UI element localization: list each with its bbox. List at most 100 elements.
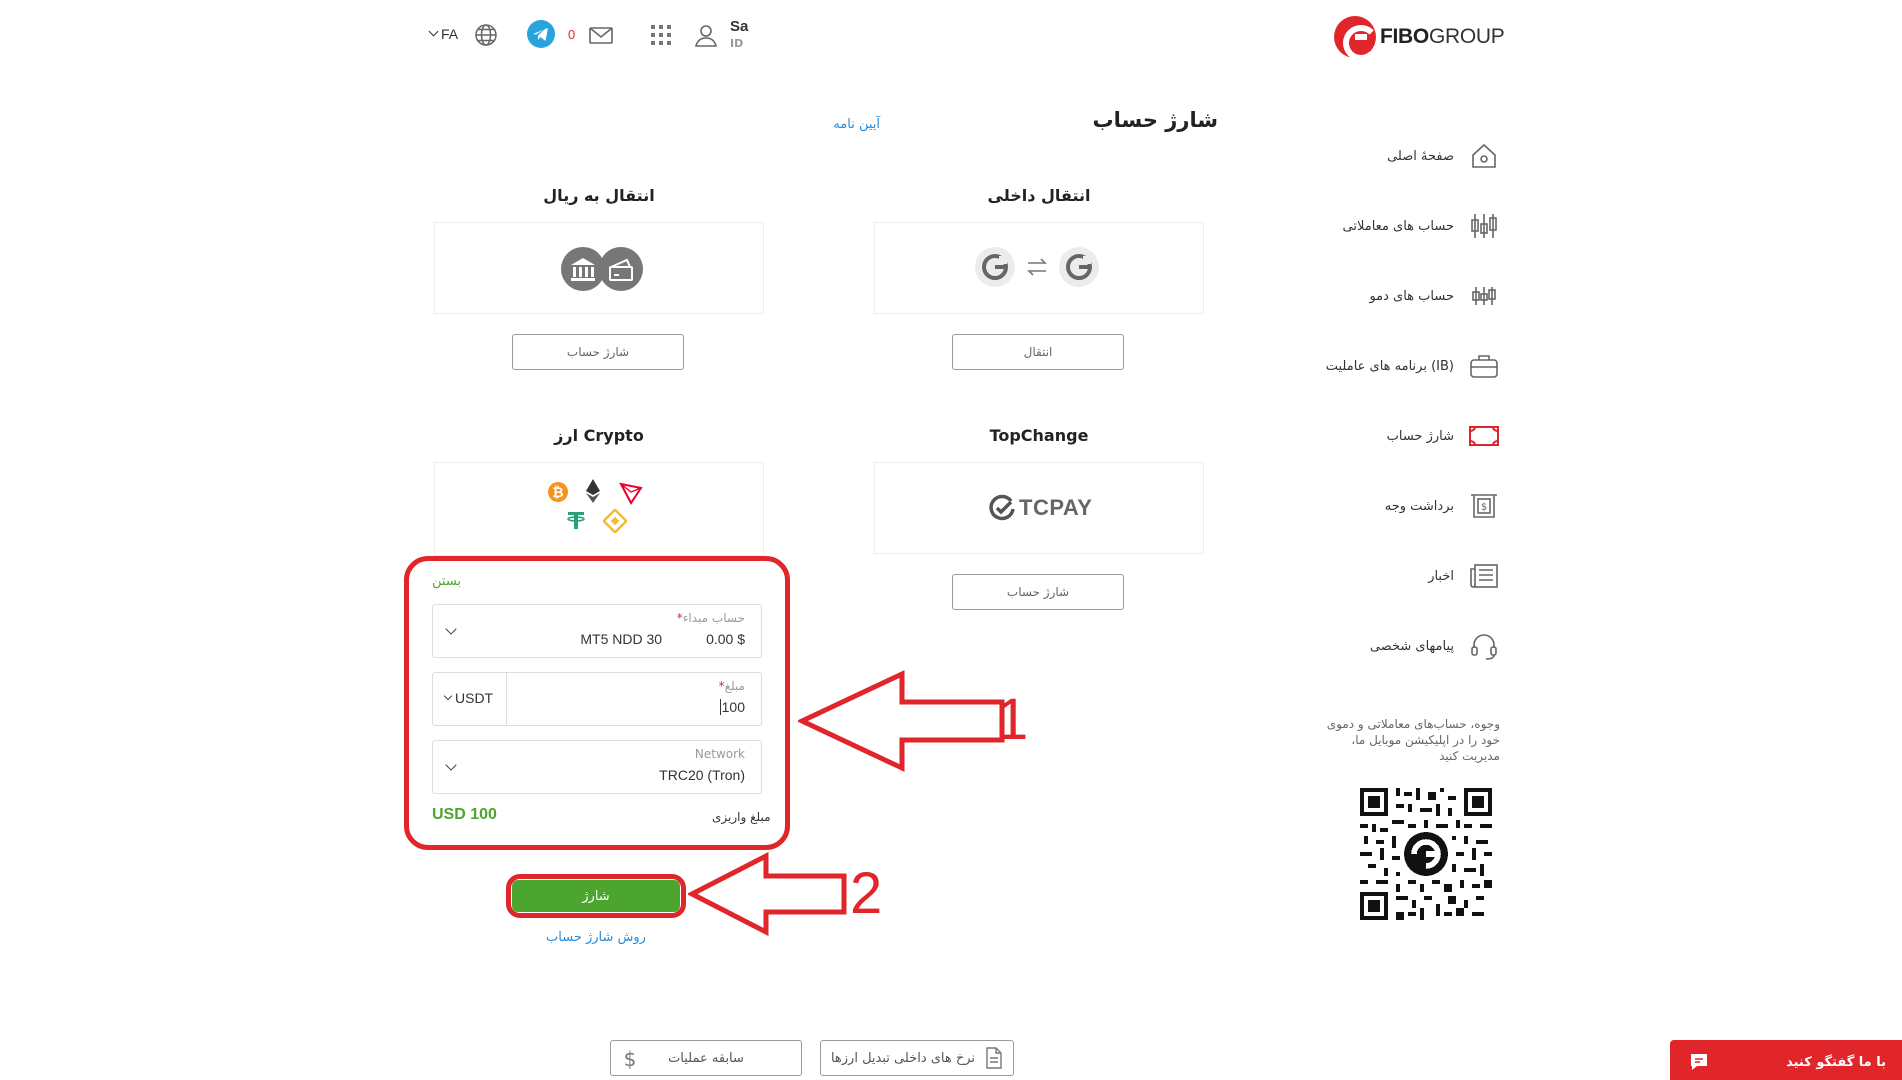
sidebar-item-label: حساب های دمو (1369, 288, 1454, 304)
history-button-label: سابقه عملیات (668, 1050, 744, 1066)
rial-transfer-title: انتقال به ریال (543, 186, 655, 205)
headset-icon (1471, 634, 1497, 660)
deposit-amount-label: مبلغ واریزی (712, 810, 771, 824)
annotation-arrow-2 (688, 852, 847, 936)
user-icon[interactable] (693, 22, 719, 48)
tron-icon (619, 482, 643, 505)
amount-value: 100 (719, 699, 745, 715)
sidebar-item-label: شارژ حساب (1386, 428, 1454, 444)
amount-input[interactable]: *مبلغ 100 (506, 672, 762, 726)
annotation-step-2: 2 (850, 861, 883, 926)
sidebar-item-ib-programs[interactable]: برنامه های عاملیت (IB) (1300, 346, 1500, 386)
chat-bubble-icon (1691, 1054, 1707, 1070)
annotation-step-1: 1 (996, 687, 1029, 752)
sidebar-item-withdraw[interactable]: برداشت وجه $ (1300, 486, 1500, 526)
page-title: شارژ حساب (1092, 108, 1218, 132)
sidebar-item-trading-accounts[interactable]: حساب های معاملاتی (1300, 206, 1500, 246)
withdraw-icon: $ (1471, 494, 1497, 518)
charge-submit-button[interactable]: شارژ (512, 880, 680, 912)
annotation-arrow-1 (798, 670, 1005, 772)
tcpay-check-icon (989, 494, 1015, 521)
close-form-link[interactable]: بستن (432, 574, 461, 589)
card-payment-icon (599, 247, 643, 291)
fibogroup-logo-mark (1334, 16, 1379, 61)
internal-transfer-card[interactable] (874, 222, 1204, 314)
dollar-icon: $ (624, 1047, 637, 1071)
svg-text:$: $ (624, 1047, 637, 1071)
currency-value: USDT (455, 690, 494, 706)
briefcase-icon (1470, 355, 1498, 378)
bitcoin-icon: ₿ (548, 482, 568, 502)
qr-code (1360, 788, 1492, 920)
source-account-value: MT5 NDD 30 0.00 $ (580, 631, 745, 647)
sidebar-item-home[interactable]: صفحهٔ اصلی (1300, 136, 1500, 176)
topchange-deposit-button[interactable]: شارژ حساب (952, 574, 1124, 610)
topchange-card[interactable]: TCPAY (874, 462, 1204, 554)
fibo-account-icon (975, 247, 1015, 287)
rules-link[interactable]: آیین نامه (760, 117, 880, 132)
network-label: Network (694, 747, 745, 761)
deposit-amount-value: USD 100 (432, 806, 497, 823)
deposit-icon (1469, 426, 1499, 446)
crypto-card[interactable]: ₿ (434, 462, 764, 556)
source-account-select[interactable]: *حساب مبداء MT5 NDD 30 0.00 $ (432, 604, 762, 658)
amount-label: *مبلغ (718, 679, 745, 693)
fibogroup-logo-text: FIBOGROUP (1380, 25, 1505, 48)
currency-rates-button[interactable]: نرخ های داخلی تبدیل ارزها (820, 1040, 1014, 1076)
news-icon (1470, 564, 1498, 588)
sidebar-item-label: صفحهٔ اصلی (1387, 148, 1454, 164)
source-account-name: MT5 NDD 30 (580, 631, 663, 647)
fibogroup-logo[interactable]: FIBOGROUP (1334, 16, 1505, 61)
sidebar-item-label: برنامه های عاملیت (IB) (1325, 358, 1454, 374)
sidebar-item-label: اخبار (1428, 568, 1454, 584)
ethereum-icon (586, 479, 600, 503)
apps-grid-icon[interactable] (648, 22, 674, 48)
mail-icon[interactable] (588, 22, 614, 48)
chat-button-label: با ما گفتگو کنید (1786, 1054, 1886, 1070)
tcpay-logo: TCPAY (987, 493, 1092, 523)
sidebar-item-demo-accounts[interactable]: حساب های دمو (1300, 276, 1500, 316)
language-code: FA (441, 26, 459, 42)
sidebar-item-deposit[interactable]: شارژ حساب (1300, 416, 1500, 456)
network-select[interactable]: Network TRC20 (Tron) (432, 740, 762, 794)
mail-count-badge: 0 (568, 27, 576, 42)
user-info[interactable]: Sa ID (730, 18, 748, 50)
source-account-label: *حساب مبداء (676, 611, 745, 625)
internal-transfer-button[interactable]: انتقال (952, 334, 1124, 370)
sidebar-item-news[interactable]: اخبار (1300, 556, 1500, 596)
network-value: TRC20 (Tron) (659, 767, 745, 783)
language-selector[interactable]: FA (428, 26, 459, 42)
rial-transfer-card[interactable] (434, 222, 764, 314)
candlestick-icon (1471, 214, 1497, 238)
user-id-label: ID (730, 37, 744, 50)
chevron-down-icon (445, 759, 457, 771)
transaction-history-button[interactable]: سابقه عملیات $ (610, 1040, 802, 1076)
binance-icon (603, 509, 627, 533)
svg-text:$: $ (1481, 502, 1487, 513)
source-account-balance: 0.00 $ (706, 631, 745, 647)
tether-icon (567, 512, 585, 529)
telegram-icon[interactable] (526, 19, 556, 49)
rates-button-label: نرخ های داخلی تبدیل ارزها (830, 1050, 976, 1066)
document-icon (986, 1047, 1002, 1069)
deposit-method-link[interactable]: روش شارژ حساب (540, 930, 652, 945)
rial-deposit-button[interactable]: شارژ حساب (512, 334, 684, 370)
internal-transfer-title: انتقال داخلی (987, 186, 1091, 205)
home-icon (1472, 143, 1496, 168)
sidebar-item-messages[interactable]: پیامهای شخصی (1300, 626, 1500, 666)
mobile-app-promo: وجوه، حساب‌های معاملاتی و دموی خود را در… (1326, 717, 1500, 763)
chevron-down-icon (445, 623, 457, 635)
user-name: Sa (730, 18, 749, 35)
svg-text:₿: ₿ (552, 485, 563, 501)
sidebar-item-label: برداشت وجه (1384, 498, 1454, 514)
live-chat-button[interactable]: با ما گفتگو کنید (1670, 1040, 1902, 1080)
sidebar-item-label: پیامهای شخصی (1369, 638, 1454, 654)
sidebar-item-label: حساب های معاملاتی (1342, 218, 1454, 234)
transfer-arrows-icon (1027, 258, 1047, 276)
globe-icon[interactable] (473, 22, 499, 48)
candlestick-small-icon (1472, 287, 1496, 305)
currency-select[interactable]: USDT (432, 672, 506, 726)
crypto-title: ارز Crypto (554, 426, 644, 445)
chevron-down-icon (443, 691, 453, 701)
chevron-down-icon (428, 26, 439, 36)
